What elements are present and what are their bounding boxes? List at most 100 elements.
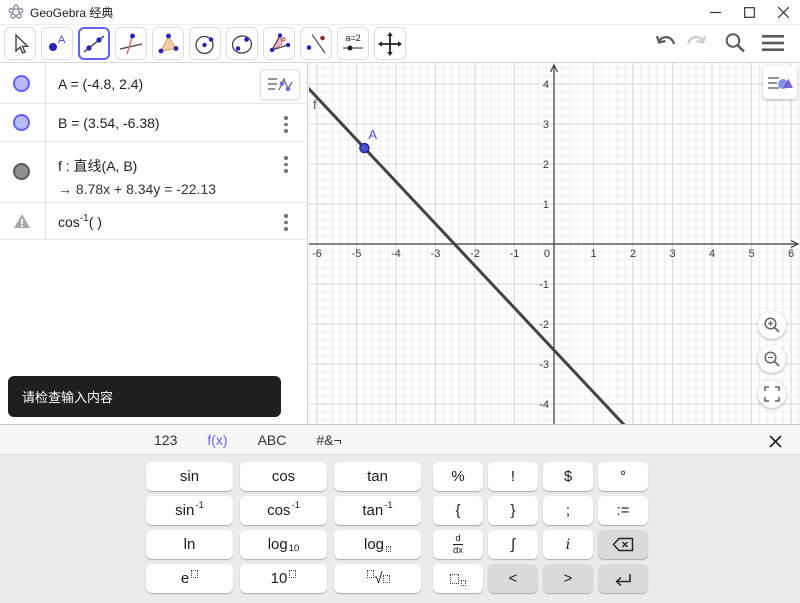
fullscreen-button[interactable] <box>758 380 786 408</box>
x-tick-label: -5 <box>352 248 362 260</box>
geogebra-logo-icon <box>8 4 24 19</box>
tool-line[interactable] <box>78 27 110 60</box>
key-$[interactable]: $ <box>543 462 593 491</box>
y-tick-label: 3 <box>543 119 549 131</box>
graph-canvas[interactable]: -6 -5 -4 -3 -2 -1 0 1 2 3 4 5 6 4 3 2 1 -1 -2 -3 -4 f A <box>309 63 800 424</box>
key-e[interactable]: e <box>146 564 233 593</box>
key-backspace[interactable] <box>598 530 648 559</box>
redo-button[interactable] <box>680 28 710 58</box>
graphics-settings-button[interactable] <box>763 66 797 99</box>
key-:=[interactable]: := <box>598 496 648 525</box>
search-button[interactable] <box>720 28 750 58</box>
tool-conic-through-points[interactable] <box>226 27 258 60</box>
key-log[interactable]: log 10 <box>240 530 327 559</box>
line-tool-icon <box>83 34 105 53</box>
tool-angle[interactable] <box>263 27 295 60</box>
key-i[interactable]: i <box>543 530 593 559</box>
undo-button[interactable] <box>652 28 682 58</box>
key-root[interactable]: √ <box>334 564 421 593</box>
zoom-out-button[interactable] <box>758 345 786 373</box>
key-log[interactable]: log <box>334 530 421 559</box>
key->[interactable]: > <box>543 564 593 593</box>
error-tooltip-text: 请检查输入内容 <box>22 390 114 405</box>
reflect-tool-icon <box>306 33 326 53</box>
tool-move-graphics-view[interactable] <box>374 27 406 60</box>
slider-icon: a=2 <box>343 33 363 50</box>
keyboard-tab-123[interactable]: 123 <box>150 430 181 450</box>
key-![interactable]: ! <box>488 462 538 491</box>
y-tick-label: -1 <box>539 279 549 291</box>
x-tick-label: 1 <box>590 248 596 260</box>
key-tan[interactable]: tan <box>334 462 421 491</box>
key-ddx[interactable]: d dx <box>433 530 483 559</box>
key-∫[interactable]: ∫ <box>488 530 538 559</box>
maximize-button[interactable] <box>732 0 766 25</box>
key-cos[interactable]: cos <box>240 462 327 491</box>
x-tick-label: 3 <box>669 248 675 260</box>
tool-circle-with-center[interactable] <box>189 27 221 60</box>
window-title: GeoGebra 经典 <box>30 5 114 20</box>
tool-perpendicular-line[interactable] <box>115 27 147 60</box>
tool-reflect-about-line[interactable] <box>300 27 332 60</box>
backspace-icon <box>612 537 634 552</box>
keyboard-tab-ABC[interactable]: ABC <box>254 430 291 450</box>
close-keyboard-button[interactable] <box>764 430 786 452</box>
key-cos[interactable]: cos -1 <box>240 496 327 525</box>
tool-point[interactable]: A <box>41 27 73 60</box>
zoom-in-icon <box>764 317 780 333</box>
algebra-input-expression[interactable]: cos-1( ) <box>58 213 102 230</box>
line-f-label: f <box>313 97 317 112</box>
algebra-entry-f[interactable]: f : 直线(A, B) <box>58 156 137 176</box>
visibility-marble-B[interactable] <box>13 114 30 131</box>
key-10[interactable]: 10 <box>240 564 327 593</box>
key-sin[interactable]: sin -1 <box>146 496 233 525</box>
algebra-row-input[interactable]: cos-1( ) <box>0 203 308 240</box>
key-<[interactable]: < <box>488 564 538 593</box>
visibility-marble-A[interactable] <box>13 75 30 92</box>
main-area: A = (-4.8, 2.4) B = (3.54, -6.38) f : 直线… <box>0 63 800 424</box>
tool-slider[interactable]: a=2 <box>337 27 369 60</box>
y-tick-label: 4 <box>543 79 549 91</box>
x-tick-label: 5 <box>748 248 754 260</box>
algebra-row-f[interactable]: f : 直线(A, B) → 8.78x + 8.34y = -22.13 <box>0 142 308 203</box>
close-window-button[interactable] <box>766 0 800 25</box>
graphics-view: -6 -5 -4 -3 -2 -1 0 1 2 3 4 5 6 4 3 2 1 -1 -2 -3 -4 f A <box>309 63 800 424</box>
keyboard-row: sin cos tan%! $ ° <box>146 462 648 491</box>
key-ln[interactable]: ln <box>146 530 233 559</box>
algebra-style-button[interactable] <box>260 69 300 100</box>
zoom-in-button[interactable] <box>758 311 786 339</box>
angle-tool-icon <box>269 32 291 52</box>
key-tan[interactable]: tan -1 <box>334 496 421 525</box>
row-input-menu-icon[interactable] <box>284 214 288 234</box>
conic-tool-icon <box>231 34 253 54</box>
y-tick-label: -2 <box>539 319 549 331</box>
toolbar: A a=2 <box>0 25 800 63</box>
algebra-entry-B[interactable]: B = (3.54, -6.38) <box>58 115 160 131</box>
x-tick-label: -4 <box>391 248 401 260</box>
key-sin[interactable]: sin <box>146 462 233 491</box>
key-%[interactable]: % <box>433 462 483 491</box>
key-enter[interactable] <box>598 564 648 593</box>
key-°[interactable]: ° <box>598 462 648 491</box>
key-;[interactable]: ; <box>543 496 593 525</box>
tool-move[interactable] <box>4 27 36 60</box>
fullscreen-icon <box>764 386 780 402</box>
main-menu-button[interactable] <box>758 28 788 58</box>
algebra-row-B[interactable]: B = (3.54, -6.38) <box>0 104 308 142</box>
row-f-menu-icon[interactable] <box>284 156 288 176</box>
tool-polygon[interactable] <box>152 27 184 60</box>
key-subscript[interactable] <box>433 564 483 593</box>
y-tick-label: 2 <box>543 159 549 171</box>
algebra-row-A[interactable]: A = (-4.8, 2.4) <box>0 63 308 104</box>
keyboard-tab-#&¬[interactable]: #&¬ <box>312 430 345 450</box>
key-}[interactable]: } <box>488 496 538 525</box>
y-tick-label: -4 <box>539 399 549 411</box>
row-B-menu-icon[interactable] <box>284 116 288 136</box>
visibility-marble-f[interactable] <box>13 163 30 180</box>
keyboard-keys: sin cos tan%! $ ° sin -1 cos -1 tan -1{};:= ln log 10… <box>146 462 648 598</box>
minimize-button[interactable] <box>698 0 732 25</box>
key-{[interactable]: { <box>433 496 483 525</box>
algebra-entry-A[interactable]: A = (-4.8, 2.4) <box>58 76 143 92</box>
keyboard-tab-f(x)[interactable]: f(x) <box>203 430 231 450</box>
point-A <box>359 142 370 154</box>
